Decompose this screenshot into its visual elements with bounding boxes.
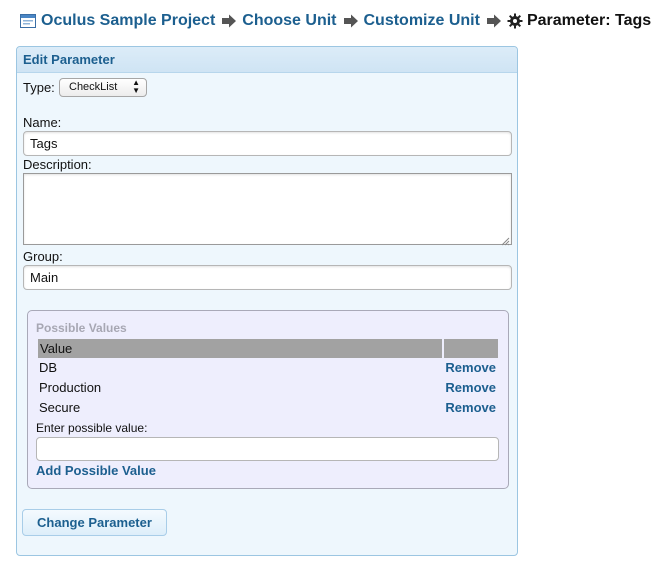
name-label: Name: (23, 115, 62, 130)
resize-grip-icon[interactable] (501, 234, 510, 246)
possible-values-header: Value (38, 339, 498, 358)
arrow-right-icon (343, 13, 359, 29)
action-column-header (444, 339, 498, 358)
possible-value-input[interactable] (36, 437, 499, 461)
breadcrumb: Oculus Sample Project Choose Unit Custom… (20, 9, 651, 33)
panel-title: Edit Parameter (17, 47, 517, 73)
type-select-value: CheckList (69, 81, 118, 93)
name-input[interactable]: Tags (23, 131, 512, 156)
group-label: Group: (23, 249, 63, 264)
remove-link[interactable]: Remove (445, 378, 496, 398)
type-label: Type: (23, 80, 55, 95)
possible-values-title: Possible Values (36, 321, 127, 335)
description-label: Description: (23, 157, 92, 172)
table-row: Secure Remove (38, 398, 498, 418)
project-window-icon (20, 13, 36, 29)
breadcrumb-customize-unit-link[interactable]: Customize Unit (364, 12, 480, 30)
description-textarea[interactable] (23, 173, 512, 246)
arrow-right-icon (221, 13, 237, 29)
type-select[interactable]: CheckList ▲ ▼ (59, 78, 147, 97)
possible-values-box: Possible Values Value DB Remove Producti… (27, 310, 509, 489)
breadcrumb-current: Parameter: Tags (526, 12, 652, 29)
value-column-header: Value (38, 339, 442, 358)
gear-icon (507, 13, 523, 29)
row-value: Secure (39, 400, 81, 415)
breadcrumb-project-link[interactable]: Oculus Sample Project (41, 12, 215, 30)
group-input[interactable]: Main (23, 265, 512, 290)
row-value: DB (39, 360, 58, 375)
arrow-right-icon (486, 13, 502, 29)
select-arrows-icon: ▲ ▼ (132, 78, 140, 95)
table-row: DB Remove (38, 358, 498, 378)
breadcrumb-choose-unit-link[interactable]: Choose Unit (242, 12, 336, 30)
remove-link[interactable]: Remove (445, 398, 496, 418)
row-value: Production (39, 380, 102, 395)
add-possible-value-link[interactable]: Add Possible Value (36, 463, 156, 478)
table-row: Production Remove (38, 378, 498, 398)
edit-parameter-panel: Edit Parameter Type: CheckList ▲ ▼ Name: … (16, 46, 518, 556)
remove-link[interactable]: Remove (445, 358, 496, 378)
enter-possible-value-label: Enter possible value: (36, 421, 148, 435)
change-parameter-button[interactable]: Change Parameter (22, 509, 167, 536)
